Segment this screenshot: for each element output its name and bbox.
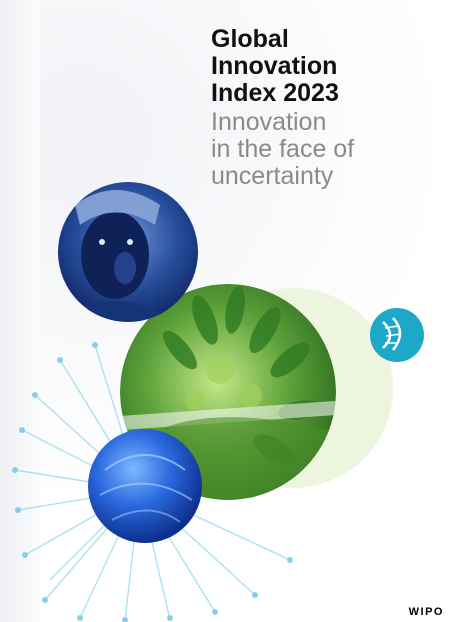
wipo-logo: WIPO [408, 606, 444, 618]
dna-icon [370, 308, 424, 362]
report-cover: Global Innovation Index 2023 Innovation … [0, 0, 452, 622]
blue-sphere [88, 429, 202, 543]
cover-illustration [12, 182, 424, 622]
portrait-photo [58, 182, 198, 322]
